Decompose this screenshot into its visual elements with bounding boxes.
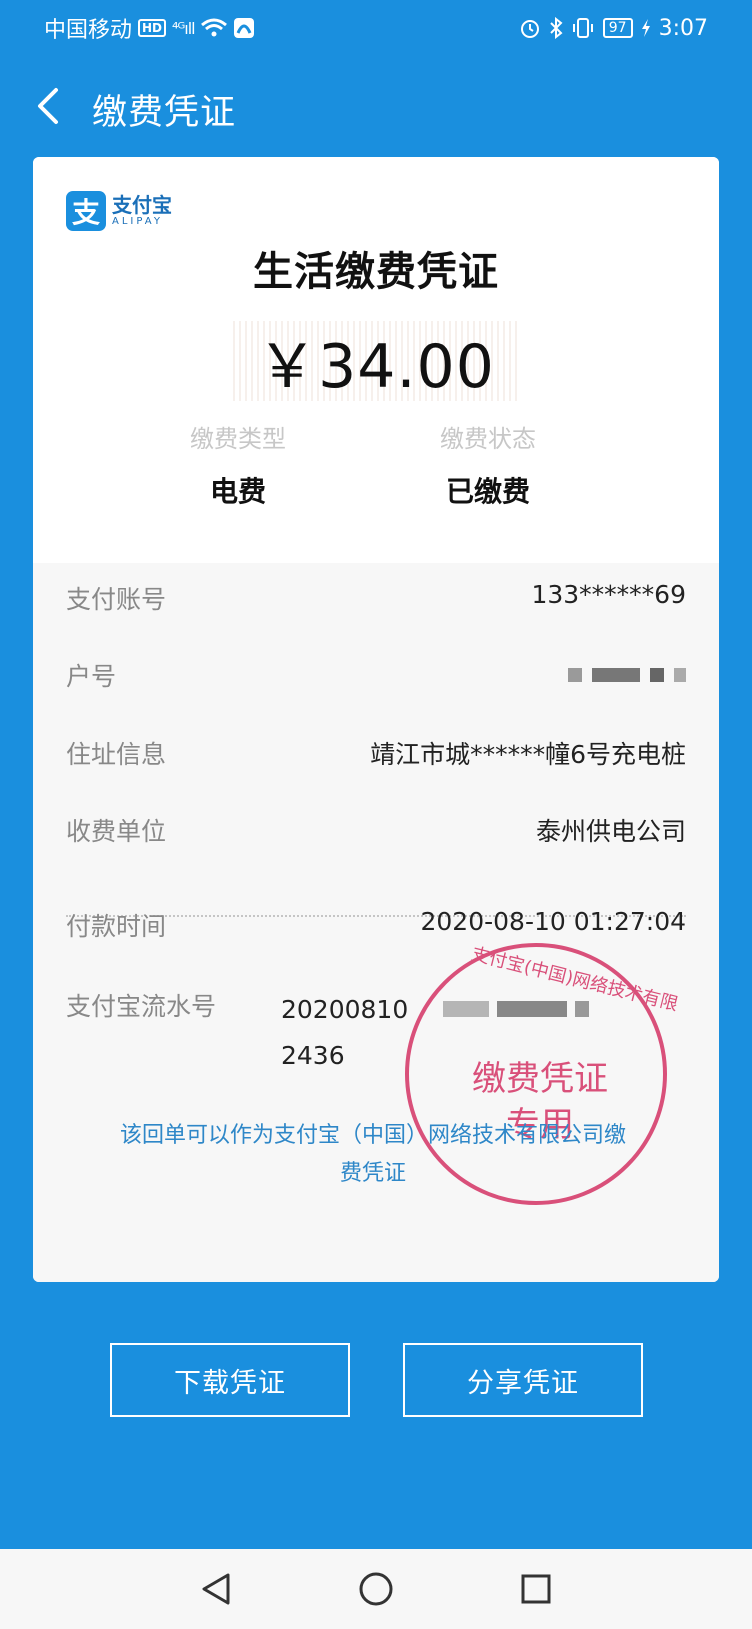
- stamp-line-1: 缴费凭证: [472, 1059, 608, 1099]
- triangle-back-icon: [202, 1573, 230, 1605]
- app-header: 缴费凭证: [0, 56, 752, 156]
- payment-status-value: 已缴费: [445, 475, 530, 508]
- detail-row-account: 支付账号 133******69: [66, 580, 686, 616]
- receipt-card: 支 支付宝 ALIPAY 生活缴费凭证 ￥34.00 缴费类型 电费 缴费状态 …: [33, 157, 719, 1282]
- detail-row-household: 户号: [66, 657, 686, 693]
- charging-icon: [641, 19, 650, 37]
- battery-level: 97: [602, 18, 633, 38]
- nav-recents-button[interactable]: [516, 1569, 556, 1609]
- page-title: 缴费凭证: [92, 93, 237, 133]
- chevron-left-icon: [38, 88, 58, 124]
- logo-text-cn: 支付宝: [112, 193, 172, 217]
- payment-type: 缴费类型 电费: [118, 419, 358, 510]
- amount-box: ￥34.00: [233, 321, 519, 402]
- serial-line-2: 2436: [281, 1041, 345, 1070]
- nav-back-button[interactable]: [196, 1569, 236, 1609]
- wifi-icon: [200, 18, 227, 37]
- payment-type-value: 电费: [209, 475, 266, 508]
- system-nav-bar: [0, 1549, 752, 1629]
- receipt-title: 生活缴费凭证: [253, 249, 499, 295]
- detail-value: 泰州供电公司: [535, 817, 686, 846]
- detail-value: 靖江市城******幢6号充电桩: [370, 740, 686, 769]
- serial-number: 20200810 2436: [281, 987, 408, 1079]
- detail-label: 付款时间: [66, 912, 167, 941]
- detail-row-time: 付款时间 2020-08-10 01:27:04: [66, 907, 686, 943]
- receipt-footnote: 该回单可以作为支付宝（中国）网络技术有限公司缴费凭证: [119, 1123, 626, 1186]
- detail-row-address: 住址信息 靖江市城******幢6号充电桩: [66, 735, 686, 771]
- payment-type-label: 缴费类型: [190, 425, 286, 453]
- logo-text-en: ALIPAY: [112, 216, 163, 227]
- detail-label: 收费单位: [66, 817, 167, 846]
- serial-label: 支付宝流水号: [66, 992, 217, 1021]
- detail-label: 户号: [66, 662, 117, 691]
- alipay-logo-icon: 支: [66, 191, 106, 231]
- hd-icon: HD: [138, 19, 167, 37]
- clock: 3:07: [658, 15, 708, 41]
- carrier-name: 中国移动: [44, 18, 133, 43]
- detail-value: 2020-08-10 01:27:04: [420, 907, 686, 936]
- redacted-value: [568, 657, 686, 693]
- alipay-logo: 支 支付宝 ALIPAY: [66, 191, 172, 231]
- app-notification-icon: [233, 18, 254, 38]
- detail-value: 133******69: [531, 580, 686, 609]
- share-receipt-button[interactable]: 分享凭证: [403, 1343, 643, 1417]
- status-bar: 中国移动 HD ⁴ᴳıll 97 3:07: [0, 0, 752, 56]
- detail-label: 住址信息: [66, 740, 167, 769]
- detail-label: 支付账号: [66, 585, 167, 614]
- detail-row-payee: 收费单位 泰州供电公司: [66, 812, 686, 848]
- receipt-summary: 支 支付宝 ALIPAY 生活缴费凭证 ￥34.00 缴费类型 电费 缴费状态 …: [33, 157, 719, 563]
- bluetooth-icon: [550, 17, 563, 39]
- payment-status-label: 缴费状态: [440, 425, 536, 453]
- payment-status: 缴费状态 已缴费: [368, 419, 608, 510]
- alarm-icon: [520, 20, 539, 38]
- back-button[interactable]: [28, 82, 72, 130]
- payment-amount: ￥34.00: [257, 331, 495, 402]
- serial-line-1: 20200810: [281, 995, 409, 1024]
- signal-icon: ⁴ᴳıll: [172, 18, 196, 38]
- nav-home-button[interactable]: [356, 1569, 396, 1609]
- circle-home-icon: [359, 1572, 393, 1606]
- download-receipt-button[interactable]: 下载凭证: [110, 1343, 350, 1417]
- square-recents-icon: [521, 1574, 551, 1604]
- vibrate-icon: [572, 18, 593, 38]
